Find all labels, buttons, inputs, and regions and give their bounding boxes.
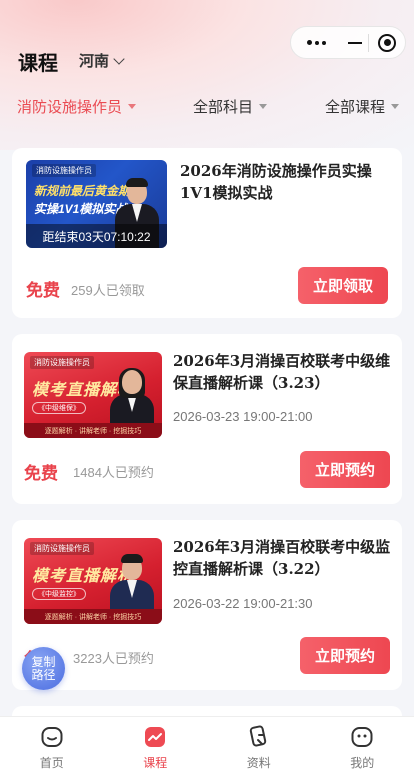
- reserve-button[interactable]: 立即预约: [300, 637, 390, 674]
- reserve-button[interactable]: 立即预约: [300, 451, 390, 488]
- dropdown-arrow-icon: [128, 104, 137, 109]
- close-icon[interactable]: [369, 33, 405, 52]
- filter-course[interactable]: 全部课程: [325, 96, 400, 117]
- course-card[interactable]: 消防设施操作员 模考直播解析 《中级维保》 逐题解析 · 讲解老师 · 挖掘技巧…: [12, 334, 402, 504]
- course-thumbnail: 消防设施操作员 模考直播解析 《中级维保》 逐题解析 · 讲解老师 · 挖掘技巧: [24, 352, 162, 438]
- course-title: 2026年3月消操百校联考中级维保直播解析课（3.23）: [173, 352, 391, 392]
- filter-label: 全部科目: [193, 99, 254, 116]
- region-selector[interactable]: 河南: [79, 50, 125, 71]
- course-icon: [143, 725, 167, 749]
- course-title: 2026年3月消操百校联考中级监控直播解析课（3.22）: [173, 538, 391, 578]
- filter-bar: 消防设施操作员 全部科目 全部课程: [0, 96, 414, 120]
- fab-label-line2: 路径: [31, 667, 56, 682]
- countdown-timer: 距结束03天07:10:22: [26, 224, 167, 248]
- thumbnail-strip: 逐题解析 · 讲解老师 · 挖掘技巧: [24, 609, 162, 624]
- tab-label: 资料: [246, 756, 271, 770]
- enroll-count: 3223人已预约: [73, 651, 154, 666]
- price-label: 免费: [24, 464, 58, 484]
- minimize-icon[interactable]: [343, 41, 369, 44]
- miniprogram-capsule: [290, 26, 406, 59]
- course-title: 2026年消防设施操作员实操1V1模拟实战: [180, 162, 372, 202]
- course-thumbnail: 消防设施操作员 新规前最后黄金期 实操1V1模拟实战 距结束03天07:10:2…: [26, 160, 167, 248]
- copy-path-button[interactable]: 复制 路径: [22, 647, 65, 690]
- dropdown-arrow-icon: [391, 104, 400, 109]
- tab-profile[interactable]: 我的: [311, 717, 414, 778]
- tab-label: 首页: [39, 756, 64, 770]
- region-label: 河南: [79, 53, 110, 70]
- page-title: 课程: [18, 53, 58, 75]
- thumbnail-strip: 逐题解析 · 讲解老师 · 挖掘技巧: [24, 423, 162, 438]
- more-icon[interactable]: [291, 40, 343, 45]
- filter-label: 消防设施操作员: [17, 99, 123, 116]
- thumbnail-pill: 《中级监控》: [32, 588, 86, 600]
- course-thumbnail: 消防设施操作员 模考直播解析 《中级监控》 逐题解析 · 讲解老师 · 挖掘技巧: [24, 538, 162, 624]
- thumbnail-tag: 消防设施操作员: [30, 542, 94, 555]
- chevron-down-icon: [113, 52, 125, 65]
- thumbnail-tag: 消防设施操作员: [32, 164, 96, 177]
- price-label: 免费: [26, 281, 60, 301]
- tab-course[interactable]: 课程: [104, 717, 208, 778]
- header: 课程 河南: [0, 0, 414, 90]
- thumbnail-pill: 《中级维保》: [32, 402, 86, 414]
- filter-subject[interactable]: 全部科目: [193, 96, 268, 117]
- enroll-count: 259人已领取: [71, 283, 145, 298]
- course-card[interactable]: 消防设施操作员 模考直播解析 《中级监控》 逐题解析 · 讲解老师 · 挖掘技巧…: [12, 520, 402, 690]
- enroll-count: 1484人已预约: [73, 465, 154, 480]
- thumbnail-subheadline: 实操1V1模拟实战: [34, 202, 128, 216]
- fab-label-line1: 复制: [31, 654, 56, 669]
- tab-materials[interactable]: 资料: [207, 717, 311, 778]
- tab-bar: 首页 课程 资料 我的: [0, 716, 414, 778]
- dropdown-arrow-icon: [259, 104, 268, 109]
- course-time: 2026-03-22 19:00-21:30: [173, 596, 313, 611]
- tab-home[interactable]: 首页: [0, 717, 104, 778]
- home-icon: [40, 725, 64, 749]
- profile-icon: [350, 725, 374, 749]
- tab-label: 我的: [350, 756, 375, 770]
- materials-icon: [247, 725, 271, 749]
- claim-button[interactable]: 立即领取: [298, 267, 388, 304]
- filter-profession[interactable]: 消防设施操作员: [17, 96, 137, 117]
- tab-label: 课程: [143, 756, 168, 770]
- course-time: 2026-03-23 19:00-21:00: [173, 409, 313, 424]
- course-card[interactable]: 消防设施操作员 新规前最后黄金期 实操1V1模拟实战 距结束03天07:10:2…: [12, 148, 402, 318]
- filter-label: 全部课程: [325, 99, 386, 116]
- thumbnail-tag: 消防设施操作员: [30, 356, 94, 369]
